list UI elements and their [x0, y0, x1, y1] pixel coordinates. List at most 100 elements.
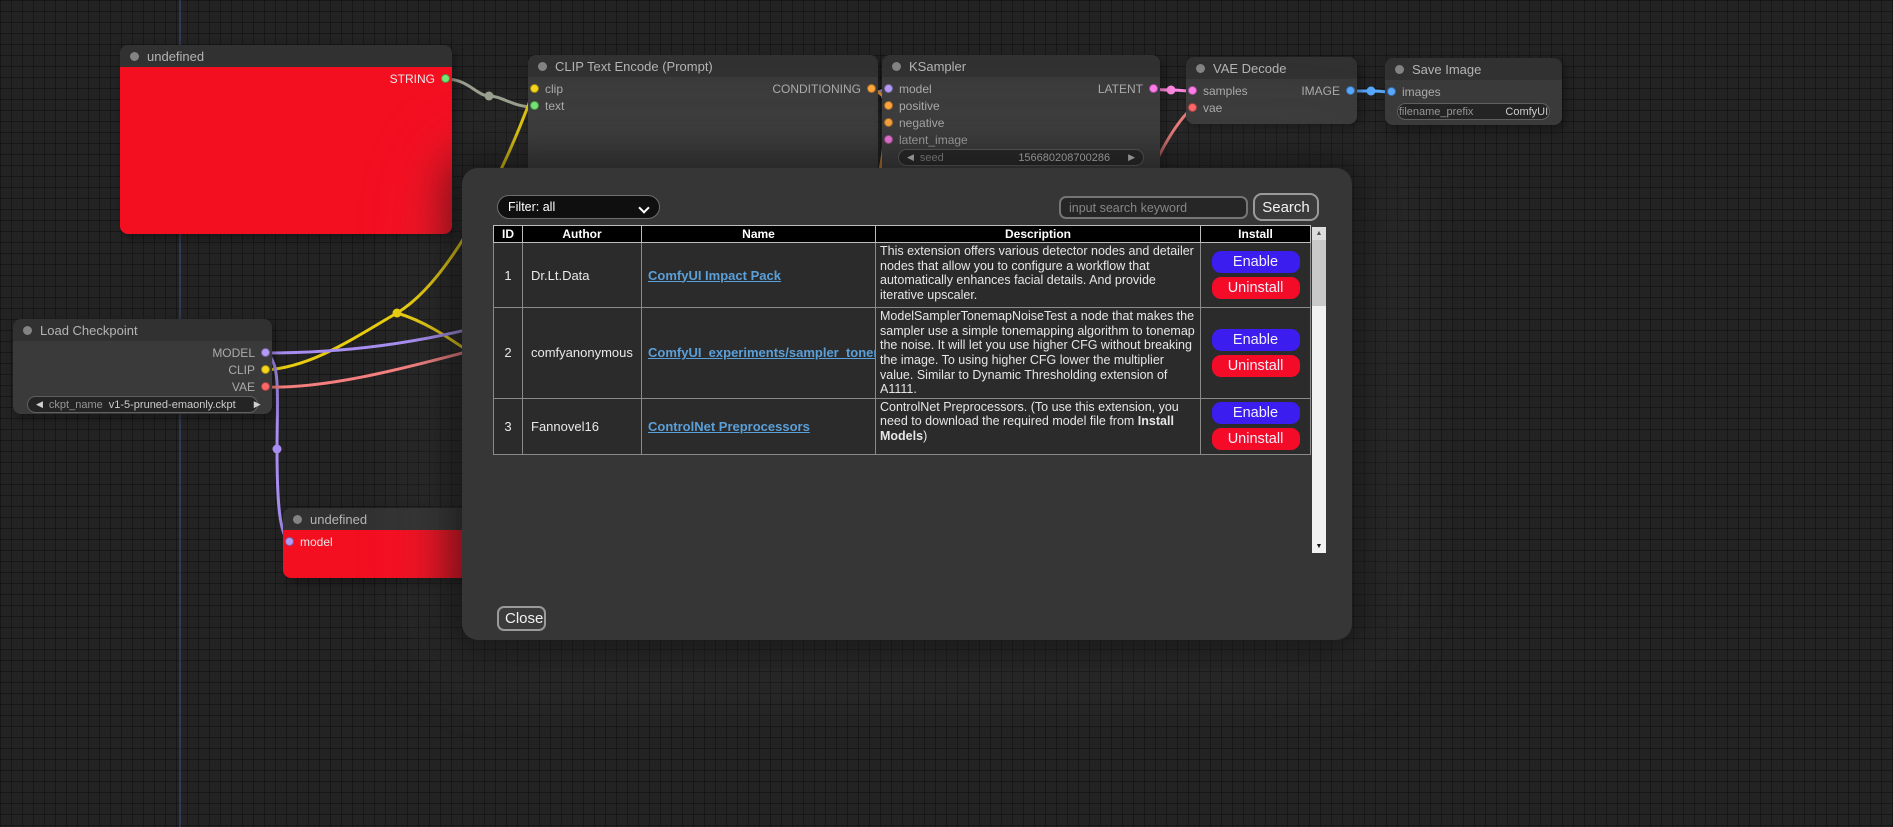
port-dot-positive-input[interactable]: [884, 101, 893, 110]
port-label-model: model: [300, 535, 333, 549]
port-label-text: text: [545, 99, 564, 113]
node-title: undefined: [147, 49, 204, 64]
extension-link[interactable]: ComfyUI_experiments/sampler_tonemap: [648, 345, 876, 360]
widget-name: ckpt_name: [49, 399, 103, 411]
node-save-image[interactable]: Save Image images filename_prefix ComfyU…: [1385, 58, 1562, 125]
port-dot-model-input[interactable]: [285, 537, 294, 546]
wire-dot-string[interactable]: [485, 92, 494, 101]
port-dot-model-output[interactable]: [261, 348, 270, 357]
node-undefined-top[interactable]: undefined STRING: [120, 45, 452, 234]
node-body: images filename_prefix ComfyUI: [1385, 80, 1562, 125]
node-ksampler[interactable]: KSampler model LATENT positive negative …: [882, 55, 1160, 178]
node-title-bar[interactable]: Save Image: [1385, 58, 1562, 80]
filter-select[interactable]: Filter: all: [497, 195, 660, 219]
port-dot-clip-input[interactable]: [530, 84, 539, 93]
node-title: undefined: [310, 512, 367, 527]
node-status-dot: [130, 52, 139, 61]
port-dot-images-input[interactable]: [1387, 87, 1396, 96]
node-status-dot: [23, 326, 32, 335]
col-header-author: Author: [523, 226, 642, 243]
node-title: VAE Decode: [1213, 61, 1286, 76]
node-load-checkpoint[interactable]: Load Checkpoint MODEL CLIP VAE ◀ ckpt_na…: [13, 319, 272, 414]
extension-link[interactable]: ComfyUI Impact Pack: [648, 268, 781, 283]
cell-id: 2: [494, 308, 523, 399]
port-label-vae-out: VAE: [232, 380, 255, 394]
cell-author: Dr.Lt.Data: [523, 243, 642, 308]
wire-dot-latent[interactable]: [1167, 86, 1176, 95]
node-title-bar[interactable]: KSampler: [882, 55, 1160, 77]
port-label-conditioning: CONDITIONING: [772, 82, 861, 96]
enable-button[interactable]: Enable: [1212, 402, 1300, 424]
node-title-bar[interactable]: Load Checkpoint: [13, 319, 272, 341]
port-label-string: STRING: [390, 72, 435, 86]
port-dot-vae-output[interactable]: [261, 382, 270, 391]
extension-table-wrap: ID Author Name Description Install 1 Dr.…: [493, 225, 1326, 553]
node-title-bar[interactable]: undefined: [120, 45, 452, 67]
widget-prev-icon[interactable]: ◀: [907, 152, 914, 163]
node-body: MODEL CLIP VAE ◀ ckpt_name v1-5-pruned-e…: [13, 341, 272, 414]
port-label-negative: negative: [899, 116, 944, 130]
cell-id: 3: [494, 398, 523, 454]
wire-dot-model[interactable]: [273, 445, 282, 454]
enable-button[interactable]: Enable: [1212, 251, 1300, 273]
seed-widget[interactable]: ◀ seed 156680208700286 ▶: [898, 149, 1144, 166]
port-dot-vae-input[interactable]: [1188, 103, 1197, 112]
ckpt-name-widget[interactable]: ◀ ckpt_name v1-5-pruned-emaonly.ckpt ▶: [27, 396, 258, 413]
widget-value: 156680208700286: [1018, 152, 1110, 164]
table-scrollbar[interactable]: ▲ ▼: [1312, 227, 1326, 553]
close-button[interactable]: Close: [497, 606, 546, 631]
port-label-model: model: [899, 82, 932, 96]
table-row: 2 comfyanonymous ComfyUI_experiments/sam…: [494, 308, 1311, 399]
uninstall-button[interactable]: Uninstall: [1212, 355, 1300, 377]
port-dot-text-input[interactable]: [530, 101, 539, 110]
table-header-row: ID Author Name Description Install: [494, 226, 1311, 243]
node-title: Save Image: [1412, 62, 1481, 77]
col-header-install: Install: [1201, 226, 1311, 243]
node-title: CLIP Text Encode (Prompt): [555, 59, 713, 74]
port-dot-string-output[interactable]: [441, 74, 450, 83]
enable-button[interactable]: Enable: [1212, 329, 1300, 351]
widget-name: seed: [920, 152, 944, 164]
wire-dot-clip[interactable]: [393, 309, 402, 318]
widget-next-icon[interactable]: ▶: [254, 399, 261, 410]
port-dot-clip-output[interactable]: [261, 365, 270, 374]
wire-dot-image[interactable]: [1367, 87, 1376, 96]
comfyui-manager-dialog: Filter: all Search ID Author Name Descri…: [462, 168, 1352, 640]
node-status-dot: [1196, 64, 1205, 73]
uninstall-button[interactable]: Uninstall: [1212, 277, 1300, 299]
graph-canvas[interactable]: undefined STRING CLIP Text Encode (Promp…: [0, 0, 1893, 827]
port-dot-conditioning-output[interactable]: [867, 84, 876, 93]
col-header-name: Name: [642, 226, 876, 243]
scroll-up-icon[interactable]: ▲: [1312, 227, 1326, 240]
port-dot-latent-image-input[interactable]: [884, 135, 893, 144]
node-title-bar[interactable]: CLIP Text Encode (Prompt): [528, 55, 878, 77]
node-vae-decode[interactable]: VAE Decode samples IMAGE vae: [1186, 57, 1357, 124]
wire-clip-branch: [397, 313, 468, 351]
uninstall-button[interactable]: Uninstall: [1212, 428, 1300, 450]
node-title-bar[interactable]: VAE Decode: [1186, 57, 1357, 79]
cell-author: Fannovel16: [523, 398, 642, 454]
scrollbar-thumb[interactable]: [1312, 240, 1326, 306]
widget-next-icon[interactable]: ▶: [1128, 152, 1135, 163]
cell-id: 1: [494, 243, 523, 308]
widget-prev-icon[interactable]: ◀: [36, 399, 43, 410]
filename-prefix-widget[interactable]: filename_prefix ComfyUI: [1397, 103, 1550, 120]
extension-link[interactable]: ControlNet Preprocessors: [648, 419, 810, 434]
cell-description: This extension offers various detector n…: [876, 243, 1201, 308]
port-dot-negative-input[interactable]: [884, 118, 893, 127]
node-status-dot: [892, 62, 901, 71]
port-dot-samples-input[interactable]: [1188, 86, 1197, 95]
port-dot-image-output[interactable]: [1346, 86, 1355, 95]
node-body: samples IMAGE vae: [1186, 79, 1357, 124]
port-dot-latent-output[interactable]: [1149, 84, 1158, 93]
port-label-model-out: MODEL: [212, 346, 255, 360]
port-dot-model-input[interactable]: [884, 84, 893, 93]
port-label-clip: clip: [545, 82, 563, 96]
search-button[interactable]: Search: [1253, 193, 1319, 221]
port-label-latent-image: latent_image: [899, 133, 968, 147]
widget-name: filename_prefix: [1399, 106, 1474, 118]
scroll-down-icon[interactable]: ▼: [1312, 540, 1326, 553]
cell-description: ModelSamplerTonemapNoiseTest a node that…: [876, 308, 1201, 399]
search-input[interactable]: [1059, 196, 1248, 219]
wire-string-to-text: [446, 79, 534, 107]
